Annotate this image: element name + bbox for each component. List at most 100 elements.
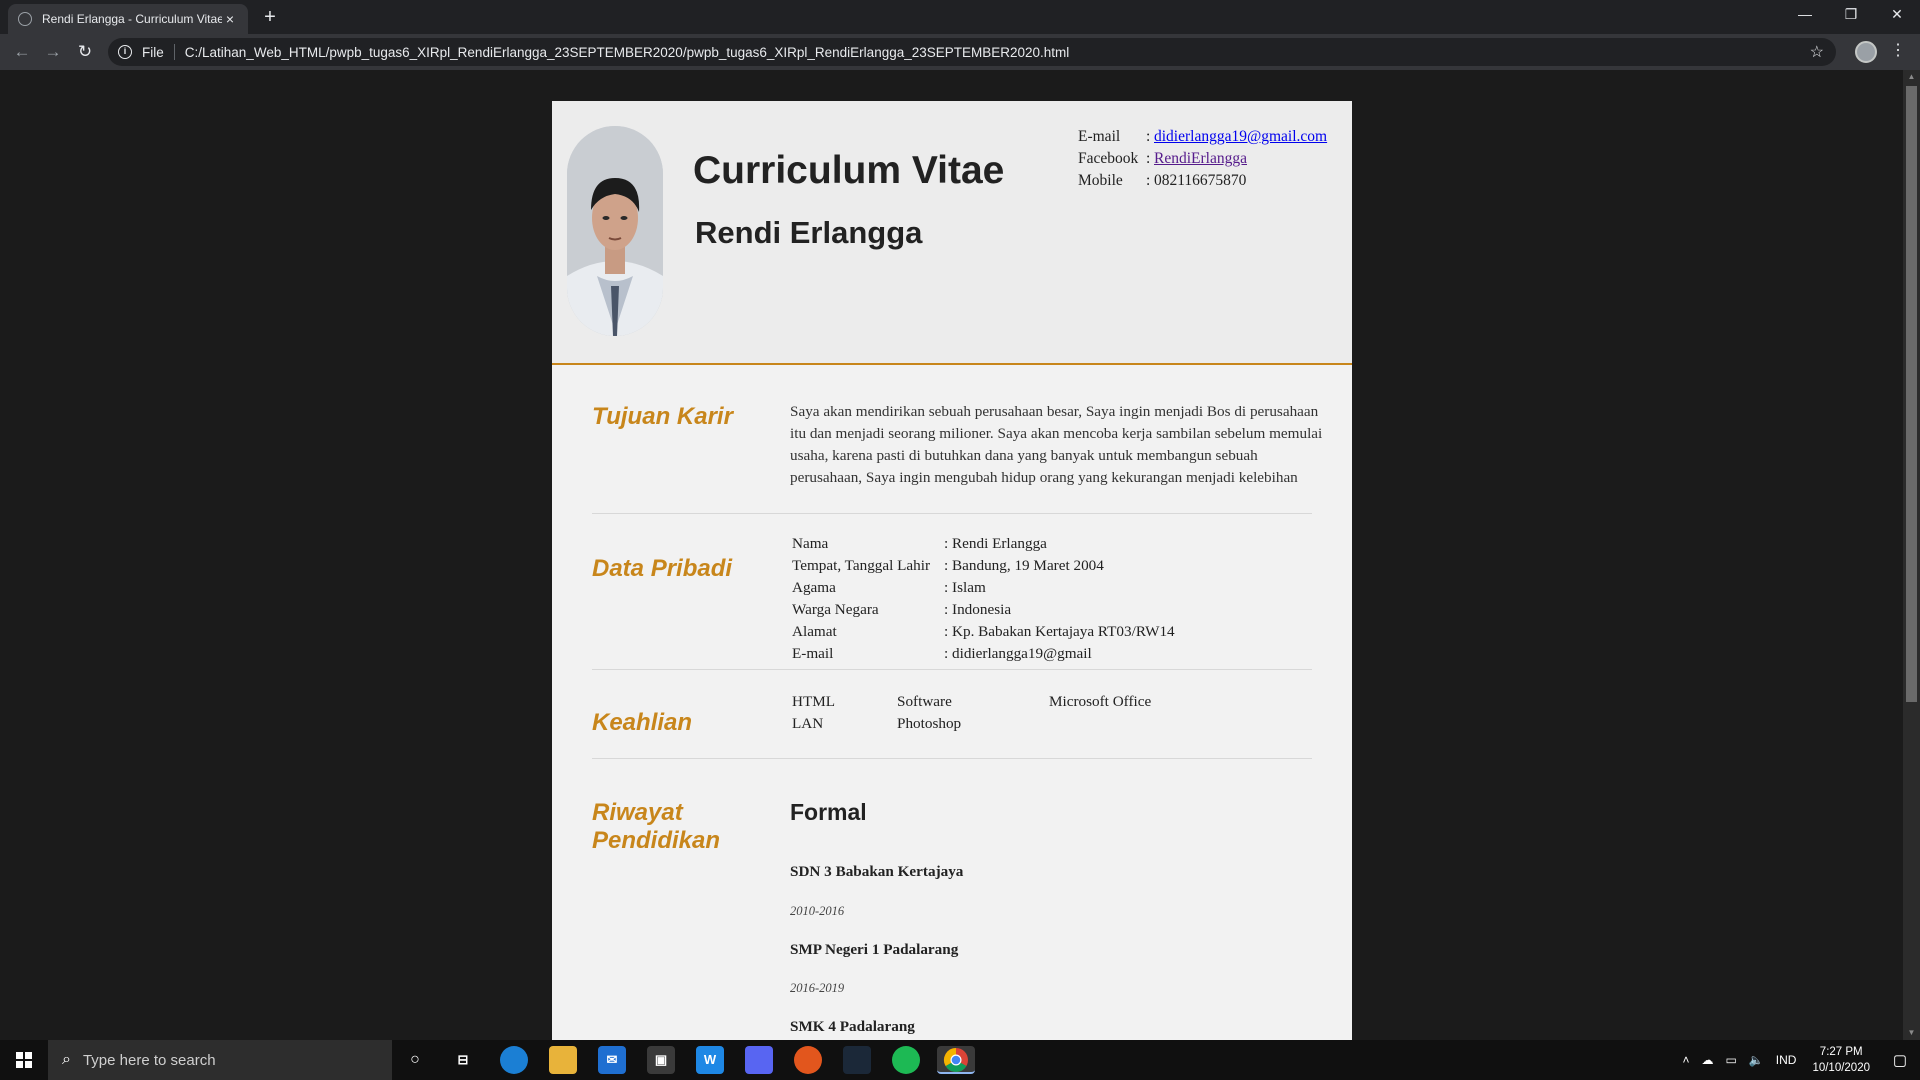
minimize-button[interactable]: — (1782, 0, 1828, 30)
cv-header: Curriculum Vitae Rendi Erlangga E-mail :… (552, 101, 1352, 365)
section-divider (592, 669, 1312, 670)
bookmark-star-icon[interactable]: ☆ (1810, 42, 1824, 62)
data-row: Alamat : Kp. Babakan Kertajaya RT03/RW14 (792, 623, 1175, 645)
system-tray: ˄ ☁ ▭ 🔈 IND 7:27 PM 10/10/2020 ▢ (1676, 1040, 1920, 1080)
skill-item: Software (897, 693, 952, 710)
data-label: Nama (792, 535, 829, 552)
start-button[interactable] (0, 1040, 47, 1080)
school-name: SMP Negeri 1 Padalarang (790, 941, 959, 958)
store-icon[interactable]: ▣ (647, 1046, 675, 1074)
cv-name: Rendi Erlangga (695, 215, 923, 250)
mail-icon[interactable]: ✉ (598, 1046, 626, 1074)
scroll-up-arrow-icon[interactable]: ▲ (1903, 70, 1920, 84)
section-divider (592, 758, 1312, 759)
facebook-label: Facebook (1078, 150, 1139, 167)
search-placeholder: Type here to search (82, 1051, 216, 1069)
search-icon: ⌕ (62, 1051, 71, 1068)
facebook-link[interactable]: RendiErlangga (1154, 150, 1247, 172)
clock-time: 7:27 PM (1819, 1046, 1863, 1058)
school-name: SDN 3 Babakan Kertajaya (790, 863, 964, 880)
tab-title: Rendi Erlangga - Curriculum Vitae (42, 12, 222, 26)
skill-item: Microsoft Office (1049, 693, 1152, 710)
data-row: Agama: Islam (792, 579, 1175, 601)
school-years: 2010-2016 (790, 904, 845, 918)
page-scrollbar[interactable]: ▲ ▼ (1903, 70, 1920, 1040)
email-link[interactable]: didierlangga19@gmail.com (1154, 128, 1327, 150)
task-view-icon[interactable]: ⊟ (449, 1046, 477, 1074)
data-label: Warga Negara (792, 601, 879, 618)
edge-icon[interactable] (500, 1046, 528, 1074)
section-title-keahlian: Keahlian (592, 709, 693, 736)
colon: : (1146, 150, 1151, 167)
data-row: Tempat, Tanggal Lahir: Bandung, 19 Maret… (792, 557, 1175, 579)
browser-toolbar: ← → ↻ i File C:/Latihan_Web_HTML/pwpb_tu… (0, 34, 1920, 70)
skill-item: HTML (792, 693, 836, 710)
forward-button[interactable]: → (41, 40, 65, 64)
profile-avatar[interactable] (1855, 41, 1877, 63)
data-row: Nama : Rendi Erlangga (792, 535, 1175, 557)
file-explorer-icon[interactable] (549, 1046, 577, 1074)
section-title-pendidikan-line2: Pendidikan (592, 827, 721, 854)
language-indicator[interactable]: IND (1776, 1053, 1797, 1067)
email-label: E-mail (1078, 128, 1121, 145)
discord-icon[interactable] (745, 1046, 773, 1074)
section-title-pendidikan-line1: Riwayat (592, 799, 683, 826)
reload-button[interactable]: ↻ (73, 40, 97, 64)
tab-bar: Rendi Erlangga - Curriculum Vitae × + — … (0, 0, 1920, 34)
data-value: : Bandung, 19 Maret 2004 (944, 557, 1104, 574)
formal-heading: Formal (790, 799, 867, 825)
data-label: E-mail (792, 645, 834, 662)
page-viewport: Curriculum Vitae Rendi Erlangga E-mail :… (0, 70, 1903, 1040)
section-title-data-pribadi: Data Pribadi (592, 555, 733, 582)
school-years: 2016-2019 (790, 981, 845, 995)
cortana-icon[interactable]: ○ (401, 1046, 429, 1074)
steam-icon[interactable] (843, 1046, 871, 1074)
chevron-up-icon[interactable]: ˄ (1682, 1053, 1689, 1067)
clock[interactable]: 7:27 PM 10/10/2020 (1812, 1044, 1870, 1076)
origin-icon[interactable] (794, 1046, 822, 1074)
address-bar[interactable]: i File C:/Latihan_Web_HTML/pwpb_tugas6_X… (108, 38, 1836, 66)
scroll-thumb[interactable] (1906, 86, 1917, 702)
divider (173, 44, 175, 60)
data-value: : Rendi Erlangga (944, 535, 1047, 552)
data-value: : Islam (944, 579, 986, 596)
back-button[interactable]: ← (10, 40, 34, 64)
url-scheme: File (142, 44, 164, 60)
globe-icon (18, 12, 32, 26)
cv-page: Curriculum Vitae Rendi Erlangga E-mail :… (552, 101, 1352, 1040)
chrome-icon[interactable] (937, 1046, 975, 1074)
taskbar-search[interactable]: ⌕ Type here to search (48, 1040, 392, 1080)
window-close-button[interactable]: ✕ (1874, 0, 1920, 30)
browser-menu-button[interactable]: ⋮ (1890, 40, 1906, 64)
contact-mobile-row: Mobile : 082116675870 (1078, 172, 1327, 194)
contact-email-row: E-mail : didierlangga19@gmail.com (1078, 128, 1327, 150)
tab-close-button[interactable]: × (222, 11, 238, 27)
word-icon[interactable]: W (696, 1046, 724, 1074)
window-controls: — ❐ ✕ (1782, 0, 1920, 30)
onedrive-icon[interactable]: ☁ (1701, 1053, 1713, 1067)
notification-icon[interactable]: ▢ (1880, 1051, 1920, 1069)
contact-facebook-row: Facebook : RendiErlangga (1078, 150, 1327, 172)
skill-item: Photoshop (897, 715, 962, 732)
section-divider (592, 513, 1312, 514)
colon: : (1146, 128, 1151, 145)
volume-icon[interactable]: 🔈 (1749, 1053, 1764, 1067)
restore-button[interactable]: ❐ (1828, 0, 1874, 30)
contact-info: E-mail : didierlangga19@gmail.com Facebo… (1078, 128, 1327, 194)
spotify-icon[interactable] (892, 1046, 920, 1074)
new-tab-button[interactable]: + (258, 6, 282, 30)
network-icon[interactable]: ▭ (1725, 1053, 1736, 1067)
scroll-down-arrow-icon[interactable]: ▼ (1903, 1026, 1920, 1040)
browser-tab[interactable]: Rendi Erlangga - Curriculum Vitae × (8, 4, 248, 34)
info-icon[interactable]: i (118, 45, 132, 59)
mobile-value: 082116675870 (1154, 172, 1247, 189)
mobile-label: Mobile (1078, 172, 1123, 189)
windows-logo-icon (15, 1052, 32, 1068)
tujuan-text: Saya akan mendirikan sebuah perusahaan b… (790, 403, 1323, 486)
skill-item: LAN (792, 715, 824, 732)
data-label: Alamat (792, 623, 837, 640)
url-text[interactable]: C:/Latihan_Web_HTML/pwpb_tugas6_XIRpl_Re… (185, 45, 1070, 60)
data-value: : Kp. Babakan Kertajaya RT03/RW14 (944, 623, 1175, 640)
section-title-tujuan: Tujuan Karir (592, 403, 733, 430)
data-row: E-mail: didierlangga19@gmail (792, 645, 1175, 667)
